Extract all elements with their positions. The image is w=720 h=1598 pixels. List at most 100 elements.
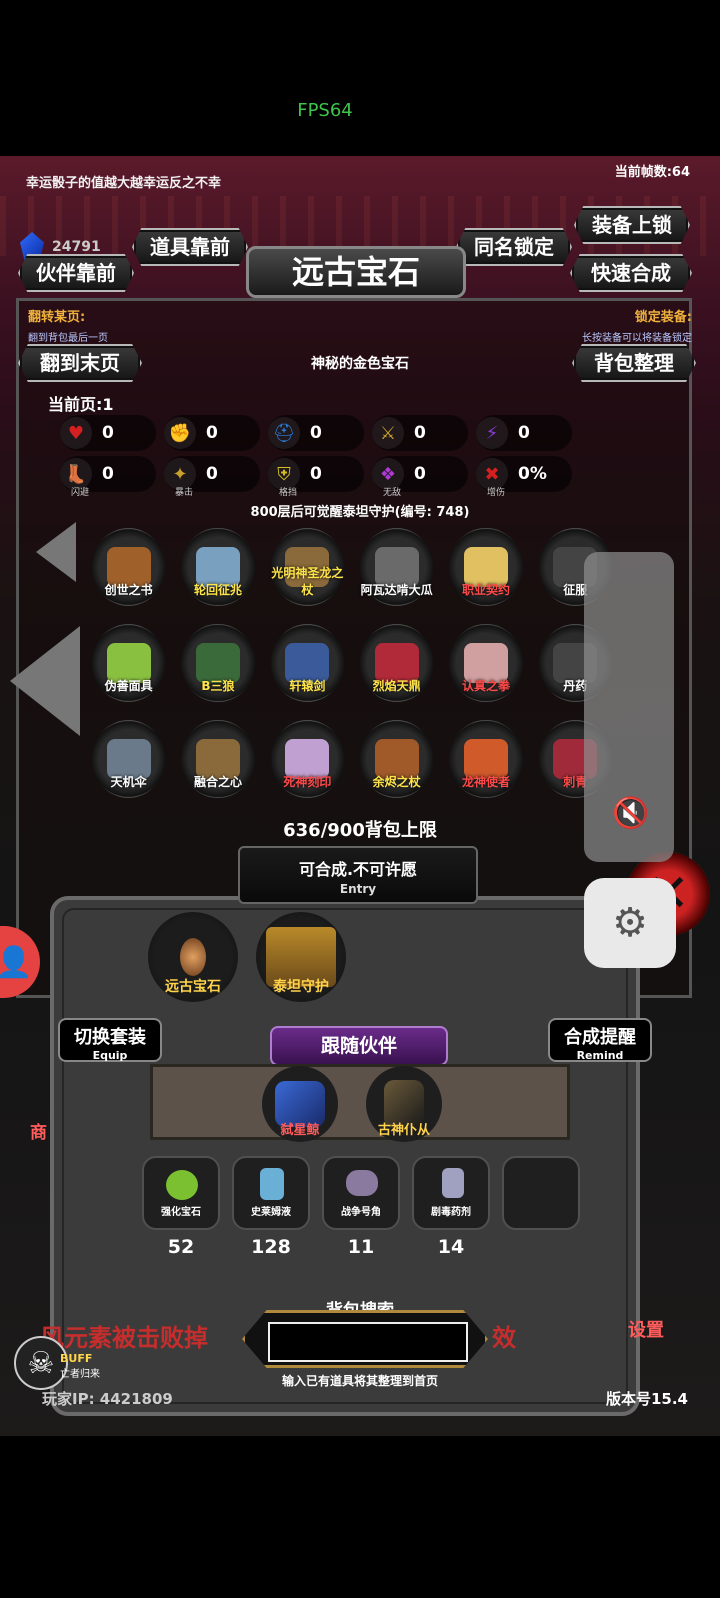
- lock-note-sub: 长按装备可以将装备锁定: [582, 333, 692, 344]
- bag-item[interactable]: 融合之心: [181, 720, 255, 798]
- awaken-text: 800层后可觉醒泰坦守护(编号: 748): [250, 505, 470, 520]
- bag-item[interactable]: 阿瓦达啃大瓜: [359, 528, 434, 606]
- wings-icon: ❖ 无敌: [372, 458, 404, 498]
- sword-icon: ⚔: [372, 417, 404, 449]
- stat-caption: 闪避: [70, 488, 89, 498]
- bag-item[interactable]: 天机伞: [92, 720, 166, 798]
- consumable-4-count: 14: [437, 1236, 465, 1258]
- stat-value: 0: [206, 464, 218, 484]
- bag-item[interactable]: 光明神圣龙之杖: [270, 528, 344, 606]
- bag-item[interactable]: 伪善面具: [92, 624, 166, 702]
- follow-partner-title: 跟随伙伴: [270, 1026, 448, 1066]
- stat-row-2: 👢 闪避 0 ✦ 暴击 0 ⛨ 格挡 0 ❖ 无敌 0 ✖ 增伤 0%: [60, 456, 572, 498]
- stat-b-5: ✖ 增伤 0%: [476, 456, 572, 498]
- muscle-icon: ✊: [164, 417, 196, 449]
- merge-remind-button[interactable]: 合成提醒 Remind: [548, 1018, 652, 1062]
- item-label: 龙神使者: [461, 775, 510, 789]
- stat-3: ⛑ 0: [268, 415, 364, 451]
- slime-potion-icon: [260, 1168, 284, 1200]
- consumable-1-label: 强化宝石: [161, 1207, 201, 1218]
- tip-text: 幸运骰子的值越大越幸运反之不幸: [26, 176, 222, 191]
- stat-b-3: ⛨ 格挡 0: [268, 456, 364, 498]
- same-name-lock-button[interactable]: 同名锁定: [456, 228, 572, 266]
- equip-lock-button[interactable]: 装备上锁: [574, 206, 690, 244]
- item-label: 余烬之杖: [372, 775, 421, 789]
- scroll-message-left: 风元素被击败掉: [40, 1324, 208, 1352]
- merge-remind-sub: Remind: [576, 1049, 624, 1062]
- switch-set-sub: Equip: [92, 1049, 128, 1062]
- stat-value: 0: [518, 423, 530, 443]
- item-label: 融合之心: [193, 775, 242, 789]
- search-input[interactable]: [268, 1322, 468, 1362]
- consumable-3-label: 战争号角: [341, 1207, 381, 1218]
- gear-icon[interactable]: ⚙: [584, 878, 676, 968]
- item-grid: 创世之书 轮回征兆 光明神圣龙之杖 阿瓦达啃大瓜 职业契约 征服 伪善面具 B三狼 轩辕剑 烈焰天…: [92, 528, 612, 816]
- quick-merge-button[interactable]: 快速合成: [570, 254, 692, 292]
- item-front-button[interactable]: 道具靠前: [132, 228, 248, 266]
- bag-item[interactable]: 认真之拳: [449, 624, 523, 702]
- lock-note-title: 锁定装备:: [634, 310, 692, 325]
- switch-set-button[interactable]: 切换套装 Equip: [58, 1018, 162, 1062]
- bag-item[interactable]: 轮回征兆: [181, 528, 255, 606]
- item-label: 轩辕剑: [289, 679, 326, 693]
- partner-slot-1[interactable]: 弑星鲸: [262, 1066, 338, 1142]
- damage-icon: ✖ 增伤: [476, 458, 508, 498]
- partner-2-label: 古神仆从: [377, 1123, 430, 1138]
- bag-item[interactable]: 创世之书: [92, 528, 166, 606]
- stat-value: 0: [414, 423, 426, 443]
- ancient-gem-icon: [180, 938, 206, 976]
- search-hint: 输入已有道具将其整理到首页: [281, 1374, 438, 1388]
- item-label: 死神刻印: [283, 775, 332, 789]
- flip-note-sub: 翻到背包最后一页: [28, 333, 108, 344]
- gem-count-value: 24791: [52, 239, 101, 255]
- scroll-message-right: 效: [492, 1324, 516, 1352]
- selected-slot-1[interactable]: 远古宝石: [148, 912, 238, 1002]
- stat-value: 0: [414, 464, 426, 484]
- stat-value: 0: [310, 464, 322, 484]
- partner-slot-2[interactable]: 古神仆从: [366, 1066, 442, 1142]
- consumable-2[interactable]: 史莱姆液 128: [232, 1156, 310, 1258]
- consumable-empty-slot[interactable]: [502, 1156, 580, 1230]
- entry-main: 可合成.不可许愿: [298, 860, 418, 879]
- bag-item[interactable]: 轩辕剑: [270, 624, 344, 702]
- fps-overlay: FPS64: [297, 100, 353, 121]
- item-label: 烈焰天鼎: [372, 679, 421, 693]
- player-ip: 玩家IP: 4421809: [42, 1390, 173, 1408]
- bag-item[interactable]: 职业契约: [449, 528, 523, 606]
- partner-front-button[interactable]: 伙伴靠前: [18, 254, 134, 292]
- crit-icon: ✦ 暴击: [164, 458, 196, 498]
- stat-value: 0%: [518, 464, 547, 484]
- stat-value: 0: [102, 423, 114, 443]
- lock-note: 锁定装备: 长按装备可以将装备锁定: [582, 306, 692, 344]
- stat-caption: 暴击: [174, 488, 193, 498]
- mute-icon[interactable]: 🔇: [612, 796, 649, 831]
- bag-item[interactable]: 龙神使者: [449, 720, 523, 798]
- switch-set-label: 切换套装: [74, 1027, 146, 1048]
- selected-slot-2-label: 泰坦守护: [273, 979, 329, 995]
- lightning-icon: ⚡: [476, 417, 508, 449]
- shop-label[interactable]: 商: [30, 1118, 47, 1143]
- partner-shelf: [150, 1064, 570, 1140]
- settings-label[interactable]: 设置: [628, 1316, 664, 1342]
- consumable-1[interactable]: 强化宝石 52: [142, 1156, 220, 1258]
- item-label: 认真之拳: [461, 679, 510, 693]
- stat-value: 0: [102, 464, 114, 484]
- enhance-gem-icon: [166, 1170, 198, 1200]
- consumable-4[interactable]: 剧毒药剂 14: [412, 1156, 490, 1258]
- current-page: 当前页:1: [48, 395, 114, 414]
- prev-page-arrow[interactable]: [10, 626, 80, 736]
- version-label: 版本号15.4: [605, 1390, 688, 1408]
- consumable-3[interactable]: 战争号角 11: [322, 1156, 400, 1258]
- selected-slot-2[interactable]: 泰坦守护: [256, 912, 346, 1002]
- stat-b-1: 👢 闪避 0: [60, 456, 156, 498]
- bag-item[interactable]: 烈焰天鼎: [359, 624, 434, 702]
- stat-1: ♥ 0: [60, 415, 156, 451]
- bag-item[interactable]: 余烬之杖: [359, 720, 434, 798]
- page-title: 远古宝石: [246, 246, 466, 298]
- bag-item[interactable]: B三狼: [181, 624, 255, 702]
- prev-page-arrow-small[interactable]: [36, 522, 76, 582]
- bag-item[interactable]: 死神刻印: [270, 720, 344, 798]
- stat-4: ⚔ 0: [372, 415, 468, 451]
- item-label: 创世之书: [104, 583, 153, 597]
- item-label: 阿瓦达啃大瓜: [360, 583, 433, 597]
